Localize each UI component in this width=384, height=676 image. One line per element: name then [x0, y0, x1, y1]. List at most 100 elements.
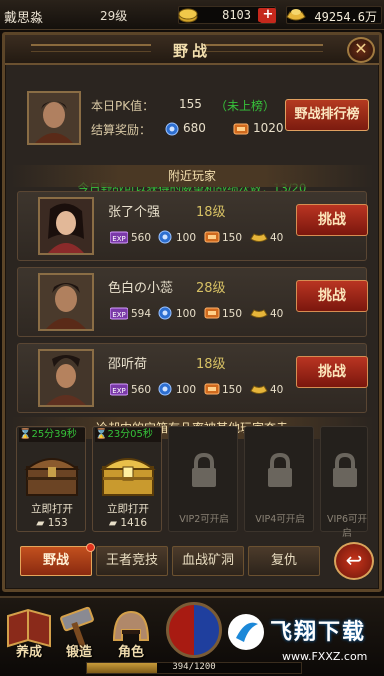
tab-king-arena[interactable]: 王者竞技 — [96, 546, 168, 576]
vip-unlock-label: VIP2可开启 — [179, 514, 229, 525]
my-avatar — [27, 91, 81, 145]
merit-icon — [204, 383, 220, 395]
ingot-resource: 49254.6万 — [286, 6, 382, 24]
reward-prestige: 680 — [183, 121, 206, 135]
player-name: 色白の小蕊 — [108, 281, 174, 296]
svg-text:EXP: EXP — [112, 387, 125, 395]
exp-reward: 560 — [131, 232, 152, 244]
panel-title-bar: 野战 ✕ — [5, 35, 379, 65]
merit-icon — [204, 231, 220, 243]
exp-reward: 594 — [131, 308, 152, 320]
gold-ingot-icon — [250, 309, 268, 318]
prestige-reward: 100 — [176, 384, 197, 396]
gold-reward: 40 — [270, 384, 284, 396]
top-status-bar: 戴思淼 29级 8103 + 49254.6万 + — [0, 0, 384, 30]
player-avatar — [38, 273, 94, 331]
reward-merit: 1020 — [253, 121, 284, 135]
golden-chest-icon — [100, 458, 156, 496]
exp-reward: 560 — [131, 384, 152, 396]
locked-chest-slot: VIP6可开启 — [320, 426, 368, 539]
prestige-icon — [158, 230, 172, 244]
ingot-amount: 49254.6万 — [314, 10, 377, 24]
vip-unlock-label: VIP6可开启 — [326, 514, 368, 539]
player-level: 18级 — [196, 205, 226, 220]
lock-icon — [192, 453, 216, 487]
gold-coin-icon — [178, 8, 198, 23]
player-rewards: EXP 560 100 150 40 — [110, 230, 290, 246]
exp-icon: EXP — [110, 307, 128, 320]
chest-slot[interactable]: ⌛23分05秒 立即打开 ▰ 1416 — [92, 426, 162, 532]
menu-character[interactable]: 角色 — [104, 606, 158, 666]
open-now-label: 立即打开 — [107, 503, 149, 515]
nearby-players-title: 附近玩家 — [11, 165, 373, 187]
gold-ingot-icon — [250, 233, 268, 242]
open-now-label: 立即打开 — [31, 503, 73, 515]
player-level: 29级 — [100, 9, 128, 23]
chest-slot[interactable]: ⌛25分39秒 立即打开 ▰ 153 — [16, 426, 86, 532]
locked-chest-slot: VIP2可开启 — [168, 426, 238, 532]
challenge-button[interactable]: 挑战 — [296, 204, 368, 236]
mode-tabs: 野战 王者竞技 血战矿洞 复仇 — [14, 543, 374, 578]
challenge-button[interactable]: 挑战 — [296, 280, 368, 312]
wooden-chest-icon — [24, 458, 80, 496]
prestige-icon — [158, 382, 172, 396]
menu-forge[interactable]: 锻造 — [52, 606, 106, 666]
tab-blood-mine[interactable]: 血战矿洞 — [172, 546, 244, 576]
exp-icon: EXP — [110, 231, 128, 244]
merit-reward: 150 — [222, 232, 243, 244]
challenge-button[interactable]: 挑战 — [296, 356, 368, 388]
player-name: 戴思淼 — [4, 11, 44, 26]
chest-slots: ⌛25分39秒 立即打开 ▰ 153 ⌛23分05秒 立即打开 ▰ 1416 V… — [16, 426, 368, 539]
prestige-reward: 100 — [176, 232, 197, 244]
gold-reward: 40 — [270, 308, 284, 320]
merit-reward: 150 — [222, 308, 243, 320]
chest-cost: ▰ 1416 — [108, 517, 148, 529]
gold-reward: 40 — [270, 232, 284, 244]
player-row: 色白の小蕊 28级 EXP 594 100 150 40 挑战 — [17, 267, 368, 337]
pk-label: 本日PK值： — [91, 99, 155, 113]
hp-mp-orb — [166, 602, 222, 658]
player-level: 18级 — [196, 357, 226, 372]
prestige-icon — [165, 122, 179, 136]
player-avatar — [38, 197, 94, 255]
close-button[interactable]: ✕ — [347, 37, 375, 63]
notification-dot — [86, 543, 95, 552]
exp-icon: EXP — [110, 383, 128, 396]
player-name: 张了个强 — [108, 205, 161, 220]
svg-text:EXP: EXP — [112, 235, 125, 243]
player-avatar — [38, 349, 94, 407]
gold-amount: 8103 — [222, 8, 251, 22]
reward-label: 结算奖励： — [91, 123, 152, 137]
player-level: 28级 — [196, 281, 226, 296]
watermark-title: 飞翔下载 — [270, 620, 367, 645]
player-rewards: EXP 560 100 150 40 — [110, 382, 290, 398]
prestige-reward: 100 — [176, 308, 197, 320]
merit-icon — [204, 307, 220, 319]
tab-field-battle[interactable]: 野战 — [20, 543, 95, 576]
prestige-icon — [158, 306, 172, 320]
player-rewards: EXP 594 100 150 40 — [110, 306, 290, 322]
player-row: 邵听荷 18级 EXP 560 100 150 40 挑战 — [17, 343, 368, 413]
gold-ingot-icon — [250, 385, 268, 394]
locked-chest-slot: VIP4可开启 — [244, 426, 314, 532]
watermark-url: www.FXXZ.com — [282, 650, 368, 663]
menu-cultivate[interactable]: 养成 — [2, 606, 56, 666]
player-row: 张了个强 18级 EXP 560 100 150 40 挑战 — [17, 191, 368, 261]
back-arrow-icon[interactable]: ↩ — [334, 542, 374, 580]
tab-revenge[interactable]: 复仇 — [248, 546, 320, 576]
lock-icon — [268, 453, 292, 487]
svg-text:EXP: EXP — [112, 311, 125, 319]
add-ingot-button[interactable]: + — [260, 8, 276, 23]
merit-reward: 150 — [222, 384, 243, 396]
pk-value: 155 — [179, 97, 202, 111]
panel-title: 野战 — [172, 42, 211, 60]
site-watermark: 飞翔下载 www.FXXZ.com — [222, 608, 384, 674]
lock-icon — [333, 453, 357, 487]
watermark-logo-icon — [228, 614, 264, 650]
merit-icon — [233, 123, 249, 135]
chest-timer: ⌛23分05秒 — [95, 428, 161, 442]
pk-rank-status: （未上榜） — [215, 99, 276, 113]
vip-unlock-label: VIP4可开启 — [255, 514, 305, 525]
player-name: 邵听荷 — [108, 357, 148, 372]
field-battle-ranking-button[interactable]: 野战排行榜 — [285, 99, 369, 131]
